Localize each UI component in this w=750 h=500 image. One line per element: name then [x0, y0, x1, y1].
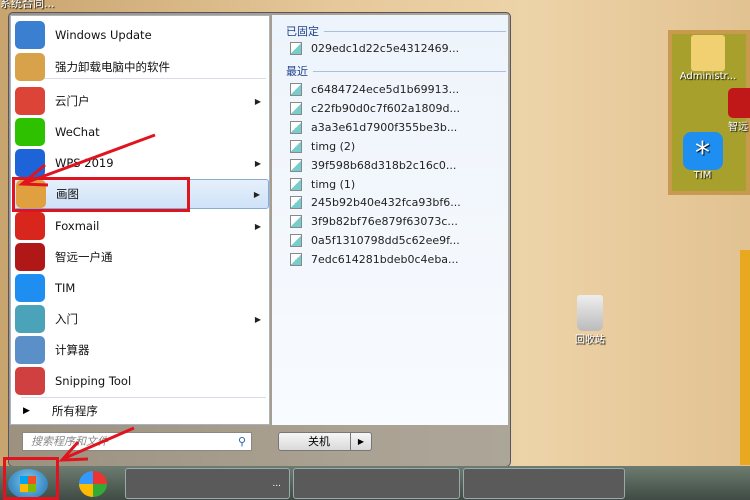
arrow-to-paint — [18, 133, 156, 187]
annotation-arrows — [18, 133, 156, 462]
arrow-to-start — [58, 426, 135, 462]
